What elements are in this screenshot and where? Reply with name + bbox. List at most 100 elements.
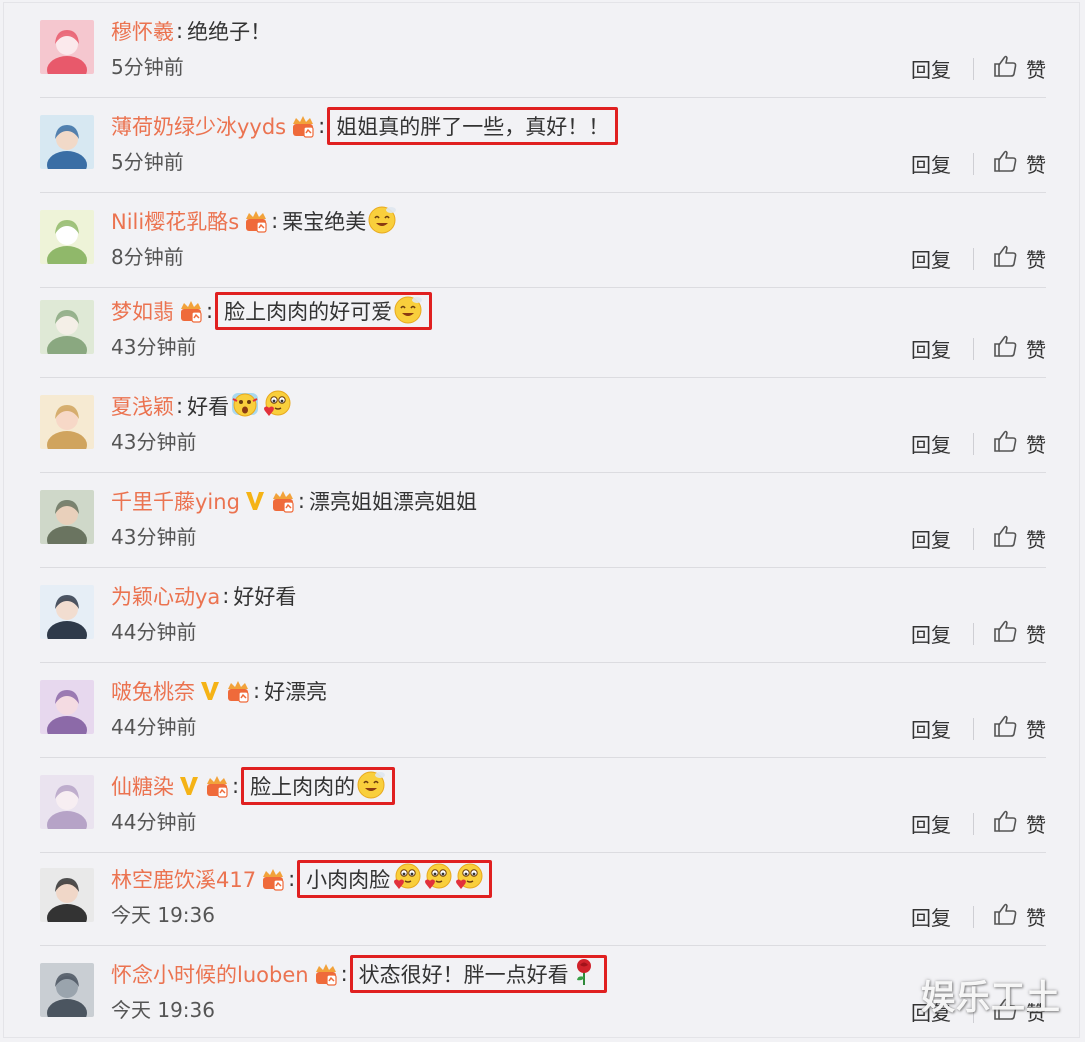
comment-line: 千里千藤ying : 漂亮姐姐漂亮姐姐 (111, 481, 479, 521)
username-link[interactable]: 夏浅颖 (111, 391, 174, 421)
comment-actions: 回复 赞 (911, 243, 1046, 274)
comment-actions: 回复 赞 (911, 523, 1046, 554)
avatar[interactable] (40, 490, 94, 544)
reply-button[interactable]: 回复 (911, 809, 951, 838)
fan-crown-icon (260, 867, 286, 891)
like-label: 赞 (1026, 153, 1046, 177)
comment-item: 林空鹿饮溪417 : 小肉肉脸 今天 19:36 回复 赞 (40, 851, 1046, 946)
reply-button[interactable]: 回复 (911, 902, 951, 931)
comment-time: 44分钟前 (111, 810, 197, 834)
username-link[interactable]: 仙糖染 (111, 771, 174, 801)
comment-text: 小肉肉脸 (297, 860, 493, 898)
divider (973, 152, 974, 175)
colon: : (232, 774, 240, 798)
reply-button[interactable]: 回复 (911, 244, 951, 273)
like-button[interactable]: 赞 (992, 523, 1046, 554)
like-button[interactable]: 赞 (992, 243, 1046, 274)
comment-item: 穆怀羲 : 绝绝子！ 5分钟前 回复 赞 (40, 3, 1046, 98)
comment-text-content: 脸上肉肉的好可爱 (224, 300, 393, 324)
like-label: 赞 (1026, 58, 1046, 82)
divider (973, 432, 974, 455)
like-button[interactable]: 赞 (992, 618, 1046, 649)
like-button[interactable]: 赞 (992, 333, 1046, 364)
comment-text: 脸上肉肉的 (241, 767, 396, 805)
username-link[interactable]: Nili樱花乳酪s (111, 206, 239, 236)
fan-crown-icon (225, 679, 251, 703)
comment-item: Nili樱花乳酪s : 栗宝绝美 8分钟前 回复 赞 (40, 193, 1046, 288)
username-link[interactable]: 林空鹿饮溪417 (111, 864, 256, 894)
username-link[interactable]: 梦如翡 (111, 296, 174, 326)
avatar[interactable] (40, 300, 94, 354)
like-button[interactable]: 赞 (992, 148, 1046, 179)
avatar[interactable] (40, 115, 94, 169)
reply-button[interactable]: 回复 (911, 334, 951, 363)
avatar[interactable] (40, 210, 94, 264)
comment-line: 仙糖染 : 脸上肉肉的 (111, 766, 396, 806)
scream-emoji-icon (230, 389, 260, 424)
comment-text-content: 绝绝子！ (187, 20, 272, 44)
reply-button[interactable]: 回复 (911, 524, 951, 553)
fan-crown-icon (290, 114, 316, 138)
username-link[interactable]: 千里千藤ying (111, 486, 240, 516)
colon: : (340, 962, 348, 986)
like-label: 赞 (1026, 433, 1046, 457)
comment-line: 林空鹿饮溪417 : 小肉肉脸 (111, 859, 493, 899)
reply-button[interactable]: 回复 (911, 429, 951, 458)
like-label: 赞 (1026, 528, 1046, 552)
reply-button[interactable]: 回复 (911, 714, 951, 743)
avatar[interactable] (40, 20, 94, 74)
username-link[interactable]: 啵兔桃奈 (111, 676, 195, 706)
avatar[interactable] (40, 868, 94, 922)
comment-text-content: 小肉肉脸 (306, 868, 391, 892)
love-emoji-icon (261, 389, 291, 424)
comment-line: 怀念小时候的luoben : 状态很好！胖一点好看 (111, 954, 607, 994)
username-link[interactable]: 薄荷奶绿少冰yyds (111, 111, 286, 141)
username-link[interactable]: 为颖心动ya (111, 581, 220, 611)
avatar[interactable] (40, 775, 94, 829)
avatar[interactable] (40, 963, 94, 1017)
like-button[interactable]: 赞 (992, 428, 1046, 459)
verified-v-icon (178, 774, 200, 798)
comment-text: 状态很好！胖一点好看 (349, 955, 607, 993)
reply-button[interactable]: 回复 (911, 54, 951, 83)
comment-text: 漂亮姐姐漂亮姐姐 (307, 482, 479, 520)
comment-actions: 回复 赞 (911, 618, 1046, 649)
colon: : (253, 679, 261, 703)
comment-text: 好漂亮 (262, 672, 329, 710)
avatar[interactable] (40, 585, 94, 639)
like-button[interactable]: 赞 (992, 713, 1046, 744)
reply-button[interactable]: 回复 (911, 619, 951, 648)
like-button[interactable]: 赞 (992, 901, 1046, 932)
thumbs-up-icon (992, 618, 1026, 649)
thumbs-up-icon (992, 428, 1026, 459)
avatar[interactable] (40, 680, 94, 734)
comment-text-content: 姐姐真的胖了一些，真好！！ (336, 115, 610, 139)
like-button[interactable]: 赞 (992, 808, 1046, 839)
comment-text-content: 状态很好！胖一点好看 (358, 963, 569, 987)
comment-text: 好看 (185, 387, 293, 425)
drool-emoji-icon (393, 294, 423, 329)
love-emoji-icon (422, 862, 452, 897)
watermark: 娱乐工土 (921, 978, 1061, 1018)
thumbs-up-icon (992, 53, 1026, 84)
drool-emoji-icon (367, 204, 397, 239)
like-label: 赞 (1026, 813, 1046, 837)
reply-button[interactable]: 回复 (911, 149, 951, 178)
colon: : (288, 867, 296, 891)
username-link[interactable]: 怀念小时候的luoben (111, 959, 309, 989)
thumbs-up-icon (992, 808, 1026, 839)
rose-emoji-icon (570, 957, 598, 992)
love-emoji-icon (391, 862, 421, 897)
comment-text-content: 漂亮姐姐漂亮姐姐 (308, 490, 477, 514)
comment-actions: 回复 赞 (911, 901, 1046, 932)
comment-time: 43分钟前 (111, 335, 197, 359)
username-link[interactable]: 穆怀羲 (111, 16, 174, 46)
like-button[interactable]: 赞 (992, 53, 1046, 84)
colon: : (176, 19, 184, 43)
avatar[interactable] (40, 395, 94, 449)
divider (973, 622, 974, 645)
comment-text: 栗宝绝美 (280, 202, 399, 240)
comment-item: 仙糖染 : 脸上肉肉的 44分钟前 回复 赞 (40, 758, 1046, 853)
divider (973, 812, 974, 835)
divider (973, 247, 974, 270)
